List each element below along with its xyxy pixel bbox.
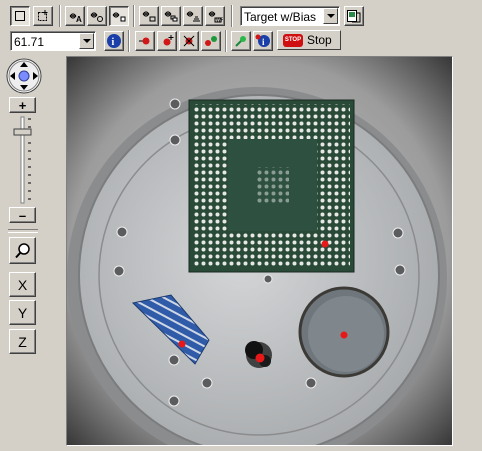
select-rect-button[interactable] [10,6,30,26]
axis-z-button[interactable]: Z [9,329,36,354]
slider-thumb[interactable] [13,128,32,136]
info-icon: i [107,34,121,48]
pan-stack-one-icon [142,11,156,22]
goto-marker-button[interactable] [231,31,251,51]
stage-image[interactable] [67,57,452,451]
target-marker[interactable] [255,353,265,363]
svg-text:WF: WF [216,18,223,24]
axis-x-button[interactable]: X [9,272,36,297]
toolbar-separator [133,5,135,27]
pin-arrow-icon [235,36,246,47]
select-rect-icon [15,11,25,21]
pan-stack-four-icon: WF [208,11,223,24]
info-icon: i [255,34,270,47]
marker-info-button[interactable]: i [253,31,273,51]
pan-stack-one-button[interactable] [139,6,159,26]
direction-pad[interactable] [5,57,43,95]
toolbar-separator [128,30,130,52]
svg-text:A: A [76,15,82,23]
pan-stack-three-icon [186,11,200,22]
zoom-level-value: 61.71 [14,35,45,49]
pan-two-icon [90,12,103,22]
zoom-out-button[interactable]: – [9,207,36,223]
pan-stack-two-button[interactable] [161,6,181,26]
stop-button[interactable]: STOP Stop [277,30,341,50]
zoom-level-select[interactable]: 61.71 [10,31,96,51]
target-marker[interactable] [321,240,329,248]
marker-multi-button[interactable] [201,31,221,51]
axis-y-button[interactable]: Y [9,300,36,325]
svg-text:i: i [112,37,115,48]
marker-multi-icon [205,36,217,46]
target-marker[interactable] [340,331,348,339]
pan-stack-two-icon [164,11,178,22]
pan-a-button[interactable]: A [65,6,85,26]
info-button[interactable]: i [104,31,124,51]
zoom-in-button[interactable]: + [9,97,36,113]
toolbar-separator [225,30,227,52]
marker-dot-icon [139,37,150,45]
pan-hand-icon [112,12,126,22]
pan-hand-button[interactable] [109,6,129,26]
toolbar-separator [231,5,233,27]
zoom-slider[interactable] [9,114,36,206]
select-add-button[interactable] [33,6,53,26]
image-button[interactable] [344,6,364,26]
pan-two-button[interactable] [87,6,107,26]
target-marker[interactable] [178,340,186,348]
marker-delete-icon [183,35,195,47]
toolbar-separator [59,5,61,27]
select-add-icon [38,10,48,21]
target-mode-value: Target w/Bias [244,10,317,24]
stop-sign-icon: STOP [283,33,303,47]
magnify-button[interactable] [9,237,36,264]
center-button[interactable] [18,70,30,82]
camera-view[interactable] [66,56,453,451]
pan-a-icon: A [69,13,82,23]
slider-track-svg [13,116,32,204]
target-mode-select[interactable]: Target w/Bias [240,6,340,26]
chevron-down-icon[interactable] [323,8,338,24]
chevron-down-icon[interactable] [79,33,94,49]
pan-stack-three-button[interactable] [183,6,203,26]
pan-stack-four-button[interactable]: WF [205,6,225,26]
marker-add-button[interactable] [157,31,177,51]
magnifier-icon [14,242,30,258]
stop-label: Stop [307,33,332,47]
bga-center-balls [256,167,289,203]
marker-add-icon [163,35,174,46]
image-icon [347,10,361,23]
side-separator [8,229,38,233]
marker-place-button[interactable] [135,31,155,51]
marker-delete-button[interactable] [179,31,199,51]
